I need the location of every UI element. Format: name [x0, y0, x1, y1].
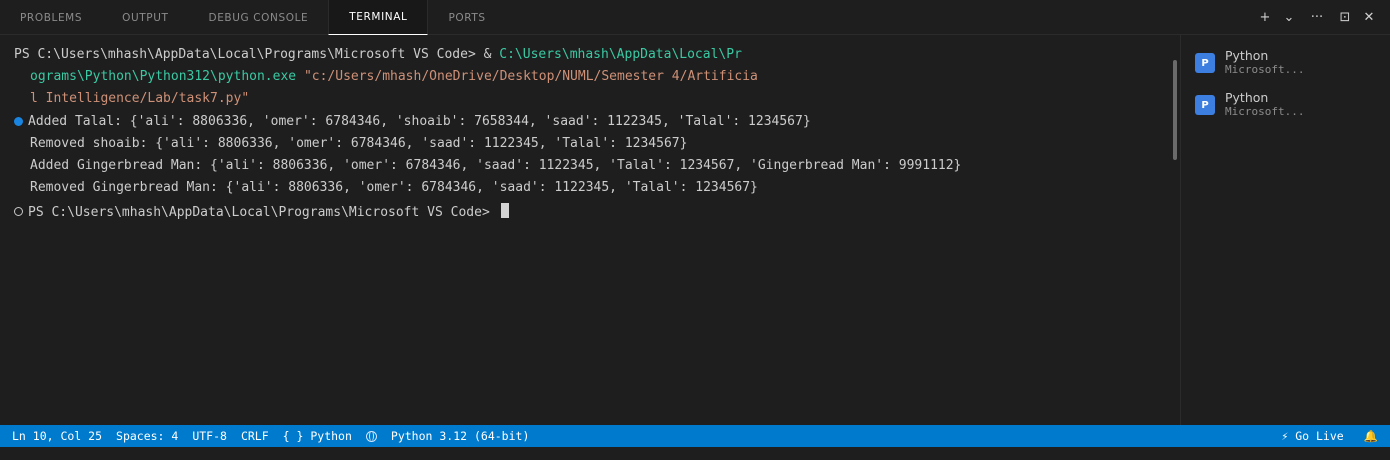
panel-tabs: PROBLEMS OUTPUT DEBUG CONSOLE TERMINAL P… [0, 0, 506, 35]
terminal-scrollbar[interactable] [1173, 60, 1177, 160]
language-mode[interactable]: { } Python [283, 429, 352, 443]
status-bar-right: ⚡ Go Live 🔔 [1281, 425, 1378, 447]
script-arg-part2: l Intelligence/Lab/task7.py" [30, 91, 250, 106]
output-line: Removed Gingerbread Man: {'ali': 8806336… [30, 180, 758, 195]
terminal-tab-python-2[interactable]: P Python Microsoft... [1195, 90, 1385, 124]
tab-output[interactable]: OUTPUT [102, 0, 188, 35]
line-endings[interactable]: CRLF [241, 429, 269, 443]
cursor [500, 203, 509, 218]
output-line: Added Gingerbread Man: {'ali': 8806336, … [30, 158, 962, 173]
status-bar-left: Ln 10, Col 25 Spaces: 4 UTF-8 CRLF { } P… [12, 425, 529, 447]
prompt-text: PS C:\Users\mhash\AppData\Local\Programs… [14, 47, 500, 62]
more-actions-icon[interactable]: ··· [1304, 7, 1330, 29]
command-success-icon[interactable] [14, 117, 23, 126]
globe-icon-shape [365, 430, 377, 442]
python-icon: P [1195, 95, 1215, 115]
status-bar: Ln 10, Col 25 Spaces: 4 UTF-8 CRLF { } P… [0, 425, 1390, 447]
bell-icon[interactable]: 🔔 [1364, 429, 1378, 443]
tab-debug-console[interactable]: DEBUG CONSOLE [189, 0, 329, 35]
tab-terminal[interactable]: TERMINAL [328, 0, 429, 35]
panel-tab-bar: PROBLEMS OUTPUT DEBUG CONSOLE TERMINAL P… [0, 0, 1390, 35]
output-line: Added Talal: {'ali': 8806336, 'omer': 67… [28, 114, 811, 129]
command-line-wrap-1: ograms\Python\Python312\python.exe "c:/U… [30, 66, 758, 88]
terminal-tabs-list: P Python Microsoft... P Python Microsoft… [1180, 35, 1390, 425]
command-line: PS C:\Users\mhash\AppData\Local\Programs… [14, 44, 742, 66]
go-live-button[interactable]: ⚡ Go Live [1281, 429, 1343, 443]
new-terminal-icon[interactable]: + [1256, 7, 1274, 29]
maximize-panel-icon[interactable]: ⊡ [1336, 7, 1354, 29]
tab-problems[interactable]: PROBLEMS [0, 0, 102, 35]
globe-icon[interactable] [365, 430, 377, 442]
terminal-output[interactable]: PS C:\Users\mhash\AppData\Local\Programs… [0, 35, 1180, 425]
encoding[interactable]: UTF-8 [192, 429, 227, 443]
chevron-down-icon[interactable]: ⌄ [1280, 7, 1298, 29]
panel-actions: + ⌄ ··· ⊡ ✕ [1256, 0, 1378, 35]
indentation[interactable]: Spaces: 4 [116, 429, 178, 443]
script-arg-part1: "c:/Users/mhash/OneDrive/Desktop/NUML/Se… [303, 69, 758, 84]
terminal-tab-python-1[interactable]: P Python Microsoft... [1195, 48, 1385, 82]
current-prompt: PS C:\Users\mhash\AppData\Local\Programs… [28, 205, 498, 220]
exe-path-part1: C:\Users\mhash\AppData\Local\Pr [499, 47, 742, 62]
close-panel-icon[interactable]: ✕ [1360, 7, 1378, 29]
terminal-tab-name: Python [1225, 90, 1269, 105]
tab-ports[interactable]: PORTS [428, 0, 505, 35]
terminal-tab-subtitle: Microsoft... [1225, 63, 1305, 76]
exe-path-part2: ograms\Python\Python312\python.exe [30, 69, 297, 84]
output-line: Removed shoaib: {'ali': 8806336, 'omer':… [30, 136, 688, 151]
current-prompt-line: PS C:\Users\mhash\AppData\Local\Programs… [28, 202, 509, 224]
terminal-tab-subtitle: Microsoft... [1225, 105, 1305, 118]
python-interpreter[interactable]: Python 3.12 (64-bit) [391, 429, 529, 443]
command-idle-icon[interactable] [14, 207, 23, 216]
window-bottom-edge [0, 447, 1390, 460]
python-icon: P [1195, 53, 1215, 73]
cursor-position[interactable]: Ln 10, Col 25 [12, 429, 102, 443]
terminal-tab-name: Python [1225, 48, 1269, 63]
